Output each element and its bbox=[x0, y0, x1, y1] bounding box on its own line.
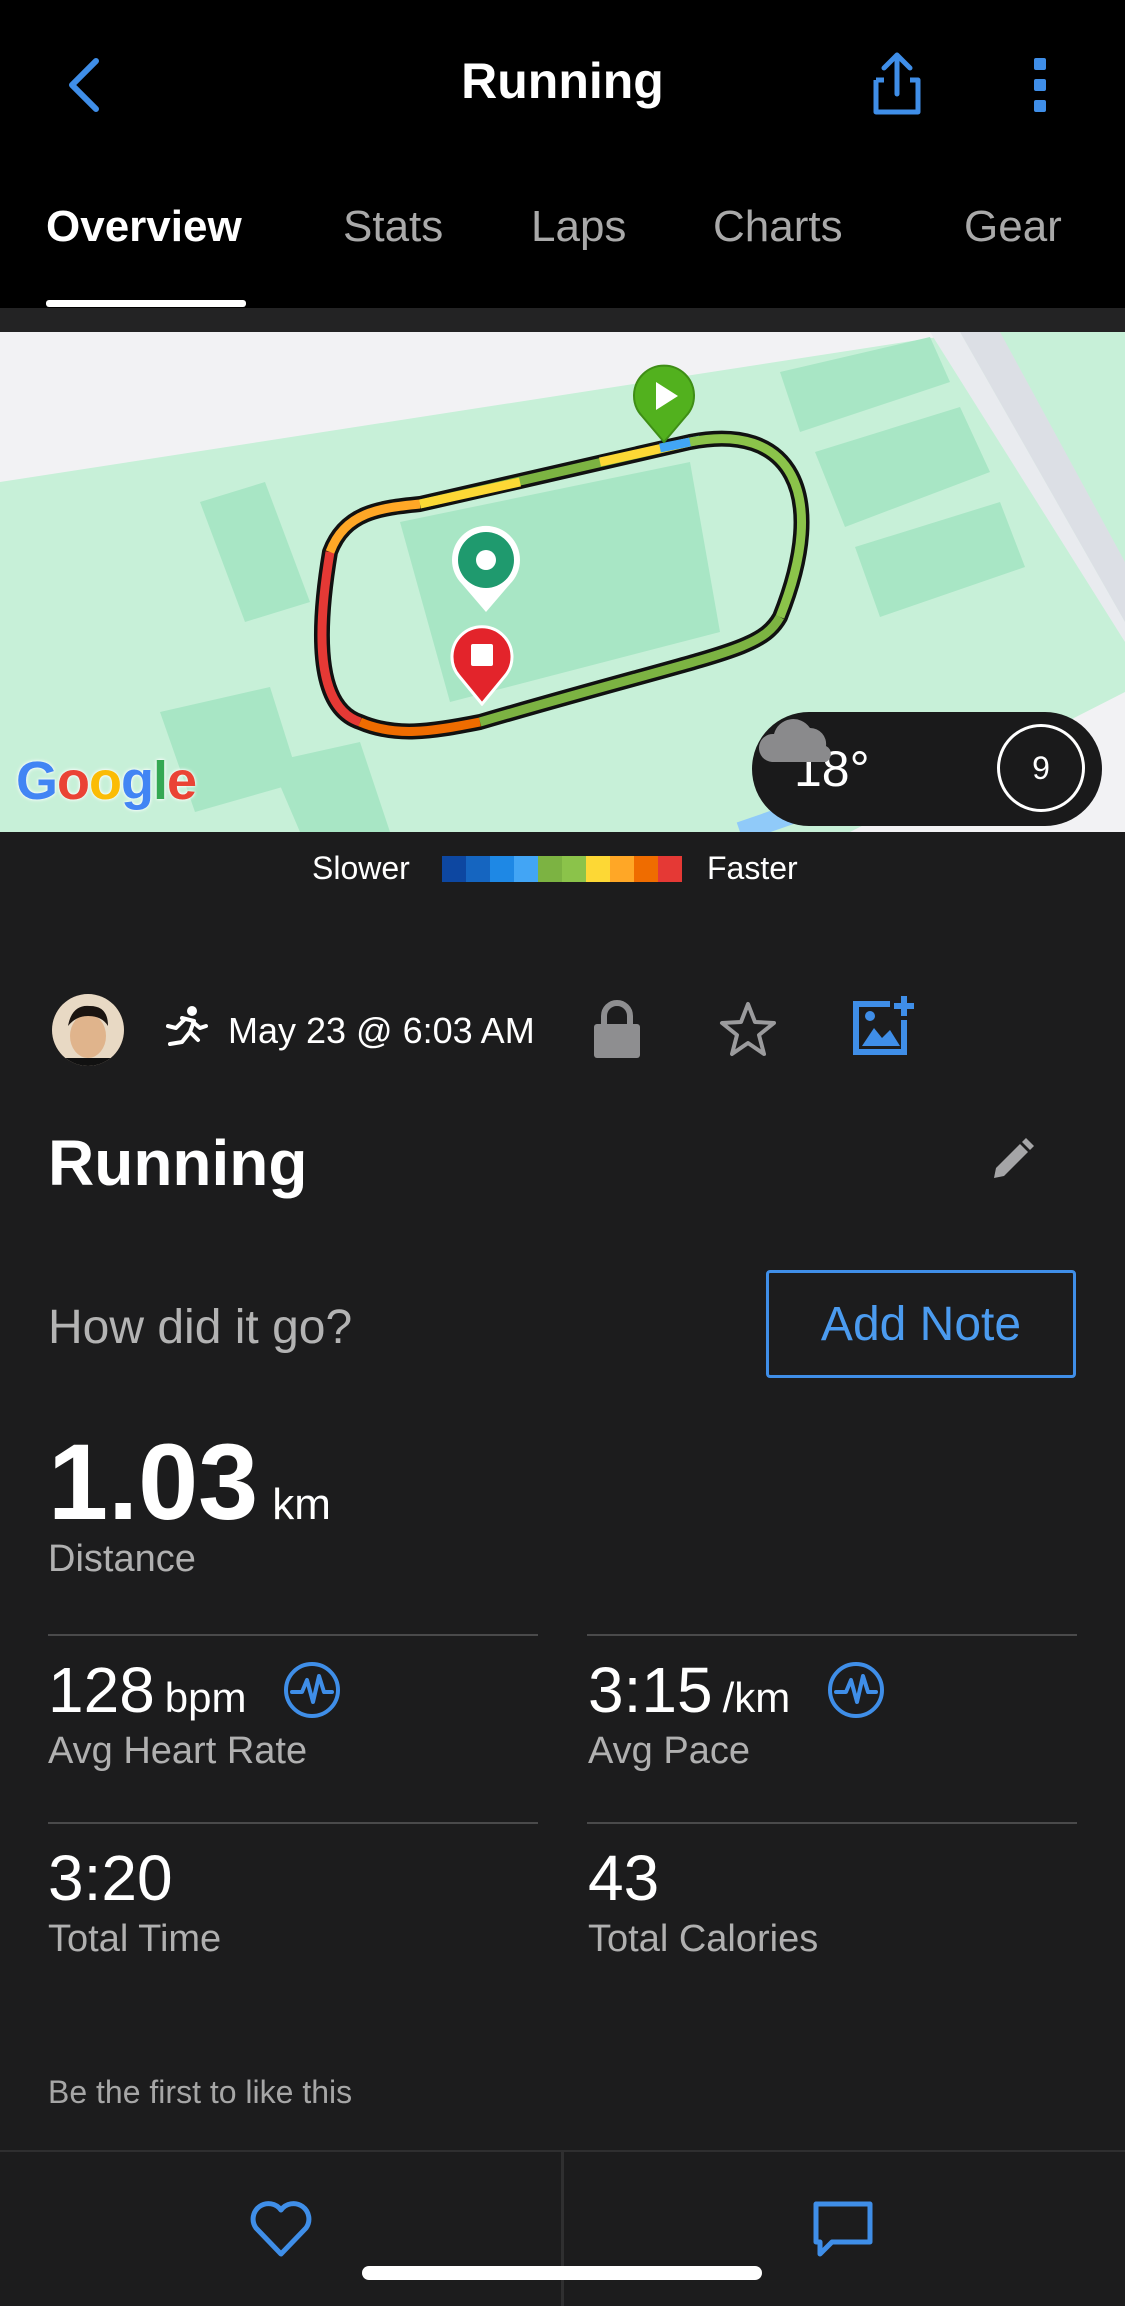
distance-value: 1.03 bbox=[48, 1421, 259, 1542]
weather-badge[interactable]: 18° 9 bbox=[752, 712, 1102, 826]
divider bbox=[561, 2152, 564, 2306]
divider bbox=[587, 1634, 1077, 1636]
total-calories-stat: 43 Total Calories bbox=[588, 1846, 818, 1961]
total-time-label: Total Time bbox=[48, 1918, 222, 1960]
pace-legend: Slower Faster bbox=[0, 842, 1125, 892]
avg-pace-label: Avg Pace bbox=[588, 1730, 750, 1772]
legend-color-swatch bbox=[658, 856, 682, 882]
distance-label: Distance bbox=[48, 1538, 196, 1580]
wind-speed-badge: 9 bbox=[997, 724, 1085, 812]
legend-faster-label: Faster bbox=[707, 850, 798, 886]
activity-date: May 23 @ 6:03 AM bbox=[228, 1010, 535, 1051]
legend-color-swatch bbox=[538, 856, 562, 882]
avg-pace-unit: /km bbox=[722, 1674, 791, 1721]
distance-stat: 1.03 km bbox=[48, 1428, 331, 1536]
legend-color-swatch bbox=[466, 856, 490, 882]
share-icon bbox=[873, 52, 921, 115]
tab-charts[interactable]: Charts bbox=[713, 202, 843, 252]
divider bbox=[48, 1822, 538, 1824]
activity-meta-row: May 23 @ 6:03 AM bbox=[0, 990, 1125, 1070]
active-tab-indicator bbox=[46, 300, 246, 307]
legend-slower-label: Slower bbox=[312, 850, 410, 886]
total-time-value: 3:20 bbox=[48, 1842, 173, 1914]
legend-color-swatch bbox=[586, 856, 610, 882]
more-vertical-icon bbox=[1034, 58, 1046, 112]
avg-heart-rate-value: 128 bbox=[48, 1654, 155, 1726]
header-divider bbox=[0, 308, 1125, 332]
comment-icon[interactable] bbox=[808, 2194, 878, 2264]
bottom-action-bar bbox=[0, 2150, 1125, 2306]
lap-marker-icon[interactable] bbox=[446, 522, 526, 614]
heart-rate-chart-icon[interactable] bbox=[282, 1660, 342, 1720]
distance-unit: km bbox=[272, 1480, 331, 1529]
legend-color-swatch bbox=[610, 856, 634, 882]
heart-icon[interactable] bbox=[246, 2194, 316, 2264]
legend-color-scale bbox=[442, 856, 682, 882]
add-photo-icon[interactable] bbox=[850, 994, 916, 1060]
pace-chart-icon[interactable] bbox=[826, 1660, 886, 1720]
star-icon[interactable] bbox=[716, 998, 780, 1062]
avg-heart-rate-stat[interactable]: 128 bpm Avg Heart Rate bbox=[48, 1658, 342, 1773]
page-title: Running bbox=[461, 53, 664, 109]
tab-overview[interactable]: Overview bbox=[46, 202, 242, 252]
add-note-button[interactable]: Add Note bbox=[766, 1270, 1076, 1378]
tab-bar: Overview Stats Laps Charts Gear bbox=[0, 190, 1125, 310]
legend-color-swatch bbox=[562, 856, 586, 882]
pencil-icon[interactable] bbox=[988, 1136, 1036, 1184]
avg-heart-rate-label: Avg Heart Rate bbox=[48, 1730, 308, 1772]
start-marker-icon[interactable] bbox=[628, 360, 700, 444]
legend-color-swatch bbox=[514, 856, 538, 882]
top-navigation-bar: Running Overview Stats Laps Charts Gear bbox=[0, 0, 1125, 310]
share-button[interactable] bbox=[862, 50, 932, 120]
tab-stats[interactable]: Stats bbox=[343, 202, 443, 252]
avatar-image bbox=[52, 994, 124, 1066]
avg-pace-stat[interactable]: 3:15/km Avg Pace bbox=[588, 1658, 886, 1773]
avatar[interactable] bbox=[52, 994, 124, 1066]
route-map[interactable]: Google 18° 9 bbox=[0, 332, 1125, 832]
tab-gear[interactable]: Gear bbox=[964, 202, 1062, 252]
more-options-button[interactable] bbox=[1010, 50, 1070, 120]
stop-marker-icon[interactable] bbox=[447, 622, 517, 706]
legend-color-swatch bbox=[490, 856, 514, 882]
likes-summary: Be the first to like this bbox=[48, 2074, 353, 2110]
total-calories-label: Total Calories bbox=[588, 1918, 819, 1960]
lock-icon[interactable] bbox=[590, 998, 644, 1062]
cloud-icon bbox=[758, 719, 831, 762]
app-root: Running Overview Stats Laps Charts Gear bbox=[0, 0, 1125, 2306]
running-icon bbox=[166, 1006, 208, 1046]
note-prompt: How did it go? bbox=[48, 1301, 353, 1354]
total-calories-value: 43 bbox=[588, 1842, 660, 1914]
home-indicator bbox=[362, 2266, 762, 2280]
legend-color-swatch bbox=[634, 856, 658, 882]
total-time-stat: 3:20 Total Time bbox=[48, 1846, 221, 1961]
tab-laps[interactable]: Laps bbox=[531, 202, 626, 252]
legend-color-swatch bbox=[442, 856, 466, 882]
google-logo: Google bbox=[16, 751, 197, 811]
divider bbox=[48, 1634, 538, 1636]
avg-heart-rate-unit: bpm bbox=[164, 1674, 247, 1721]
divider bbox=[587, 1822, 1077, 1824]
activity-title: Running bbox=[48, 1127, 308, 1199]
avg-pace-value: 3:15 bbox=[588, 1654, 713, 1726]
